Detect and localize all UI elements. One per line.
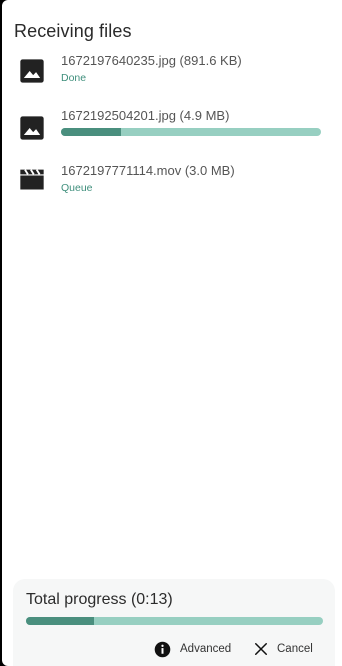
receive-screen: Receiving files 1672197640235.jpg (891.6… (2, 0, 342, 666)
total-progress-bar (26, 617, 323, 625)
total-progress-fill (26, 617, 95, 625)
page-title: Receiving files (14, 21, 132, 41)
file-status-done: Done (61, 72, 87, 84)
image-icon (20, 116, 44, 140)
file-item: 1672197771114.mov (3.0 MB) Queue (2, 163, 342, 207)
file-name: 1672197640235.jpg (891.6 KB) (61, 53, 242, 68)
file-name: 1672197771114.mov (3.0 MB) (61, 163, 235, 178)
file-progress-bar (61, 128, 321, 136)
cancel-button-label: Cancel (277, 643, 313, 655)
total-progress-label: Total progress (0:13) (26, 591, 173, 608)
file-progress-fill (61, 128, 121, 136)
advanced-button-label: Advanced (180, 643, 232, 655)
info-icon (154, 641, 171, 657)
file-status-queue: Queue (61, 182, 93, 194)
close-icon (254, 642, 268, 656)
file-item: 1672192504201.jpg (4.9 MB) (2, 108, 342, 152)
file-item: 1672197640235.jpg (891.6 KB) Done (2, 53, 342, 97)
image-icon (20, 59, 44, 83)
advanced-button[interactable]: Advanced (154, 639, 231, 659)
video-clapperboard-icon (20, 169, 44, 190)
file-name: 1672192504201.jpg (4.9 MB) (61, 108, 230, 123)
cancel-button[interactable]: Cancel (254, 639, 313, 659)
total-progress-panel: Total progress (0:13) Advanced Cancel (13, 579, 335, 666)
